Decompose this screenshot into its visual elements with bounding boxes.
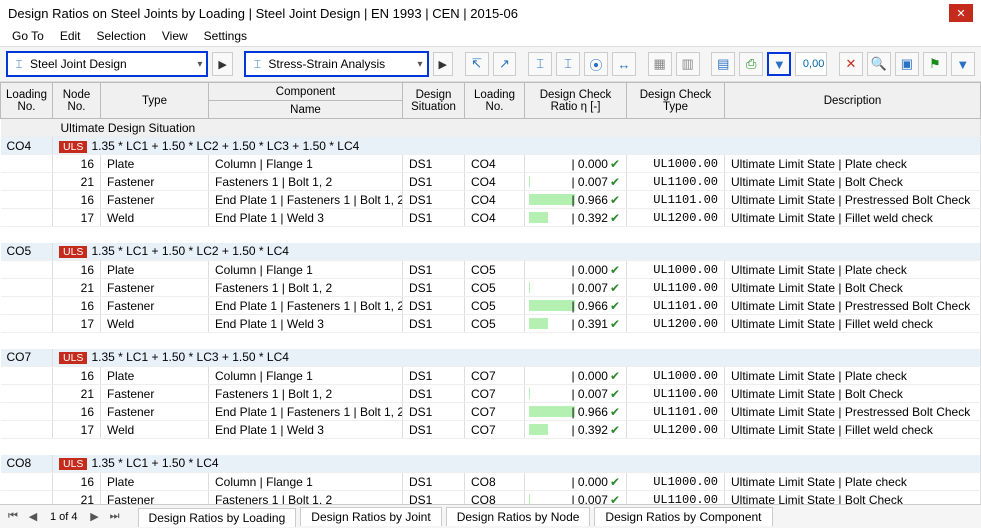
dimension-tool-button[interactable]: ↔ xyxy=(612,52,636,76)
menu-settings[interactable]: Settings xyxy=(204,29,247,43)
hdr-loading-no2[interactable]: Loading No. xyxy=(465,83,525,119)
page-first-button[interactable]: ⏮ xyxy=(4,508,22,526)
analysis-next-button[interactable]: ▶ xyxy=(433,52,453,76)
hdr-design-sit[interactable]: Design Situation xyxy=(403,83,465,119)
titlebar: Design Ratios on Steel Joints by Loading… xyxy=(0,0,981,26)
filter-button[interactable]: ▼ xyxy=(767,52,791,76)
pointer-tool-button[interactable]: ↗ xyxy=(493,52,517,76)
table-row[interactable]: 16PlateColumn | Flange 1DS1CO5| 0.000✔UL… xyxy=(1,261,981,279)
bottom-bar: ⏮ ◀ 1 of 4 ▶ ⏭ Design Ratios by Loading … xyxy=(0,504,981,528)
analysis-icon: ⌶ xyxy=(250,57,264,71)
flag-button[interactable]: ⚑ xyxy=(923,52,947,76)
group-header[interactable]: CO5ULS1.35 * LC1 + 1.50 * LC2 + 1.50 * L… xyxy=(1,243,981,261)
group-header[interactable]: CO7ULS1.35 * LC1 + 1.50 * LC3 + 1.50 * L… xyxy=(1,349,981,367)
joint-icon: ⌶ xyxy=(12,57,26,71)
hdr-dctype[interactable]: Design Check Type xyxy=(627,83,725,119)
table-row[interactable]: 17WeldEnd Plate 1 | Weld 3DS1CO4| 0.392✔… xyxy=(1,209,981,227)
results-grid[interactable]: Loading No. Node No. Type Component Desi… xyxy=(0,82,981,504)
table-row[interactable]: 17WeldEnd Plate 1 | Weld 3DS1CO5| 0.391✔… xyxy=(1,315,981,333)
window-title: Design Ratios on Steel Joints by Loading… xyxy=(8,6,949,21)
chevron-down-icon: ▾ xyxy=(197,59,202,70)
design-dropdown[interactable]: ⌶ Steel Joint Design ▾ xyxy=(6,51,208,77)
tab-by-node[interactable]: Design Ratios by Node xyxy=(446,507,591,526)
tab-by-component[interactable]: Design Ratios by Component xyxy=(594,507,772,526)
table-row[interactable]: 16FastenerEnd Plate 1 | Fasteners 1 | Bo… xyxy=(1,403,981,421)
view-button-2[interactable]: ▥ xyxy=(676,52,700,76)
analysis-dropdown[interactable]: ⌶ Stress-Strain Analysis ▾ xyxy=(244,51,428,77)
menubar: Go To Edit Selection View Settings xyxy=(0,26,981,46)
table-row[interactable]: 16PlateColumn | Flange 1DS1CO4| 0.000✔UL… xyxy=(1,155,981,173)
hdr-component[interactable]: Component xyxy=(209,83,403,101)
menu-view[interactable]: View xyxy=(162,29,188,43)
section-row: Ultimate Design Situation xyxy=(1,119,981,137)
tab-by-joint[interactable]: Design Ratios by Joint xyxy=(300,507,441,526)
select-tool-button[interactable]: ↸ xyxy=(465,52,489,76)
table-row[interactable]: 16PlateColumn | Flange 1DS1CO8| 0.000✔UL… xyxy=(1,473,981,491)
threshold-input[interactable] xyxy=(795,52,827,76)
bolt-tool-button[interactable]: ⦿ xyxy=(584,52,608,76)
table-row[interactable]: 21FastenerFasteners 1 | Bolt 1, 2DS1CO4|… xyxy=(1,173,981,191)
table-row[interactable]: 16PlateColumn | Flange 1DS1CO7| 0.000✔UL… xyxy=(1,367,981,385)
menu-goto[interactable]: Go To xyxy=(12,29,44,43)
menu-edit[interactable]: Edit xyxy=(60,29,81,43)
page-last-button[interactable]: ⏭ xyxy=(106,508,124,526)
hdr-name[interactable]: Name xyxy=(209,101,403,119)
page-prev-button[interactable]: ◀ xyxy=(24,508,42,526)
table-row[interactable]: 21FastenerFasteners 1 | Bolt 1, 2DS1CO8|… xyxy=(1,491,981,505)
page-indicator: 1 of 4 xyxy=(50,511,78,523)
joint-tool-1[interactable]: ⌶ xyxy=(528,52,552,76)
search-button[interactable]: 🔍 xyxy=(867,52,891,76)
hdr-node-no[interactable]: Node No. xyxy=(53,83,101,119)
group-header[interactable]: CO8ULS1.35 * LC1 + 1.50 * LC4 xyxy=(1,455,981,473)
table-button[interactable]: ▤ xyxy=(711,52,735,76)
menu-selection[interactable]: Selection xyxy=(97,29,146,43)
group-header[interactable]: CO4ULS1.35 * LC1 + 1.50 * LC2 + 1.50 * L… xyxy=(1,137,981,155)
table-row[interactable]: 17WeldEnd Plate 1 | Weld 3DS1CO7| 0.392✔… xyxy=(1,421,981,439)
filter2-button[interactable]: ▼ xyxy=(951,52,975,76)
table-row[interactable]: 16FastenerEnd Plate 1 | Fasteners 1 | Bo… xyxy=(1,297,981,315)
table-row[interactable]: 21FastenerFasteners 1 | Bolt 1, 2DS1CO5|… xyxy=(1,279,981,297)
table-row[interactable]: 21FastenerFasteners 1 | Bolt 1, 2DS1CO7|… xyxy=(1,385,981,403)
joint-tool-2[interactable]: ⌶ xyxy=(556,52,580,76)
design-next-button[interactable]: ▶ xyxy=(212,52,232,76)
close-button[interactable]: ✕ xyxy=(949,4,973,22)
hdr-type[interactable]: Type xyxy=(101,83,209,119)
toolbar: ⌶ Steel Joint Design ▾ ▶ ⌶ Stress-Strain… xyxy=(0,46,981,82)
view-button-1[interactable]: ▦ xyxy=(648,52,672,76)
hdr-loading-no[interactable]: Loading No. xyxy=(1,83,53,119)
hdr-desc[interactable]: Description xyxy=(725,83,981,119)
page-next-button[interactable]: ▶ xyxy=(86,508,104,526)
hdr-ratio[interactable]: Design Check Ratio η [-] xyxy=(525,83,627,119)
tab-by-loading[interactable]: Design Ratios by Loading xyxy=(138,508,297,527)
results-button[interactable]: ▣ xyxy=(895,52,919,76)
table-row[interactable]: 16FastenerEnd Plate 1 | Fasteners 1 | Bo… xyxy=(1,191,981,209)
chevron-down-icon: ▾ xyxy=(418,59,423,70)
print-button[interactable]: ⎙ xyxy=(739,52,763,76)
clear-button[interactable]: ✕ xyxy=(839,52,863,76)
